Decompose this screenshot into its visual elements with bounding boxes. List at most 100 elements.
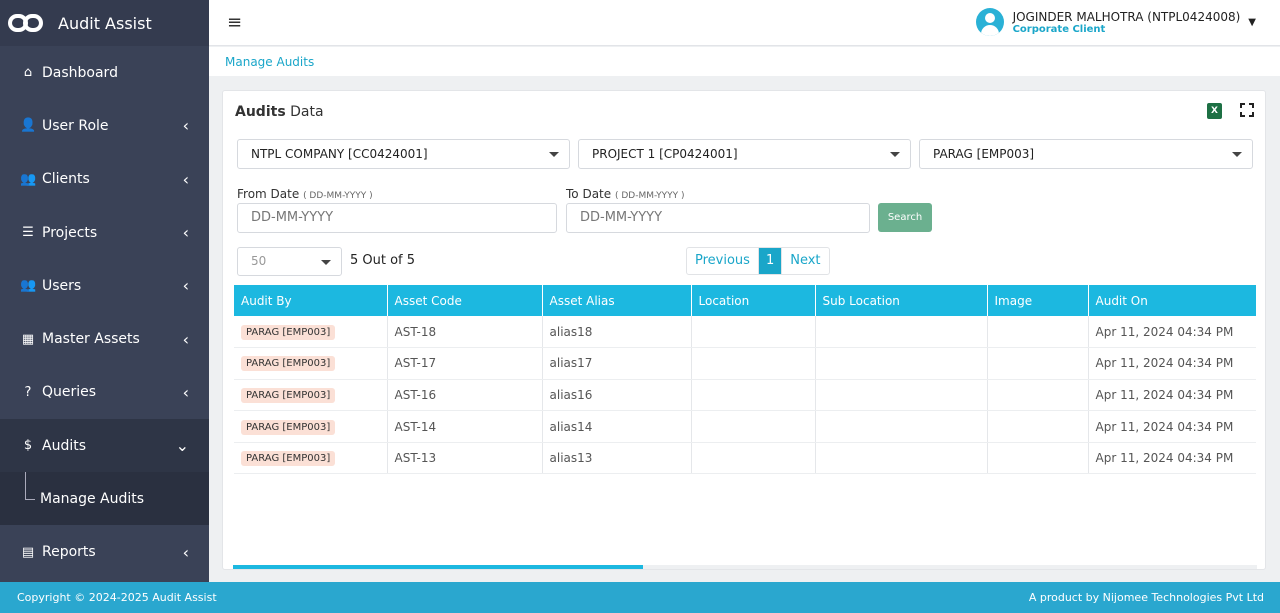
footer: Copyright © 2024-2025 Audit Assist A pro… [0, 582, 1280, 613]
next-page-button[interactable]: Next [781, 248, 828, 274]
asset-alias-cell: alias16 [542, 379, 692, 412]
scrollbar-thumb[interactable] [233, 565, 643, 569]
table-row[interactable]: PARAG [EMP003] AST-18 alias18 Apr 11, 20… [234, 316, 1256, 349]
previous-page-button[interactable]: Previous [687, 248, 759, 274]
asset-code-cell: AST-13 [387, 442, 543, 475]
logo-icon [8, 12, 44, 34]
column-header[interactable]: Audit On [1088, 285, 1256, 316]
location-cell [691, 347, 816, 380]
home-icon: ⌂ [23, 65, 33, 81]
sidebar-item-label: Projects [42, 224, 98, 241]
chevron-left-icon: ‹ [182, 223, 189, 243]
to-date-label: To Date ( DD-MM-YYYY ) [566, 187, 685, 201]
chevron-down-icon: ⌄ [175, 436, 189, 456]
audits-card: Audits Data X NTPL COMPANY [CC0424001] P… [222, 90, 1266, 570]
sidebar-subitem-manage-audits[interactable]: Manage Audits [0, 472, 209, 526]
to-date-label-text: To Date [566, 187, 612, 201]
current-page-button[interactable]: 1 [758, 248, 782, 274]
sidebar-subitem-label: Manage Audits [40, 490, 145, 507]
excel-export-icon[interactable]: X [1207, 103, 1222, 119]
location-cell [691, 410, 816, 443]
caret-down-icon [549, 152, 559, 157]
sidebar-item-reports[interactable]: ▤ Reports ‹ [0, 525, 209, 578]
page-size-select[interactable]: 50 [237, 247, 342, 276]
sub-location-cell [815, 379, 988, 412]
to-date-hint: ( DD-MM-YYYY ) [614, 191, 685, 201]
brand[interactable]: Audit Assist [0, 0, 209, 46]
audit-by-cell: PARAG [EMP003] [234, 379, 388, 412]
sidebar-item-label: Master Assets [42, 331, 140, 348]
project-select-value: PROJECT 1 [CP0424001] [592, 147, 738, 161]
app-title: Audit Assist [58, 13, 152, 33]
caret-down-icon [1232, 152, 1242, 157]
table-row[interactable]: PARAG [EMP003] AST-13 alias13 Apr 11, 20… [234, 442, 1256, 475]
sidebar-item-user-role[interactable]: 👤 User Role ‹ [0, 99, 209, 152]
breadcrumb-manage-audits[interactable]: Manage Audits [225, 55, 314, 69]
sidebar-item-clients[interactable]: 👥 Clients ‹ [0, 153, 209, 206]
to-date-input[interactable]: DD-MM-YYYY [566, 203, 870, 233]
asset-code-cell: AST-18 [387, 316, 543, 349]
auditor-badge: PARAG [EMP003] [241, 419, 336, 435]
table-row[interactable]: PARAG [EMP003] AST-14 alias14 Apr 11, 20… [234, 410, 1256, 443]
menu-toggle-icon[interactable]: ≡ [227, 12, 242, 33]
sub-location-cell [815, 347, 988, 380]
sidebar-item-users[interactable]: 👥 Users ‹ [0, 259, 209, 312]
image-cell [987, 316, 1089, 349]
sidebar-item-master-assets[interactable]: ▦ Master Assets ‹ [0, 312, 209, 365]
employee-select[interactable]: PARAG [EMP003] [919, 139, 1253, 169]
sidebar-item-queries[interactable]: ? Queries ‹ [0, 366, 209, 419]
avatar [975, 8, 1004, 36]
from-date-input[interactable]: DD-MM-YYYY [237, 203, 557, 233]
card-title: Audits Data [235, 104, 324, 120]
list-icon: ☰ [22, 225, 34, 241]
asset-alias-cell: alias13 [542, 442, 692, 475]
users-icon: 👥 [20, 171, 37, 187]
card-title-rest: Data [290, 104, 324, 120]
image-cell [987, 379, 1089, 412]
audit-on-cell: Apr 11, 2024 04:34 PM [1088, 316, 1256, 349]
column-header[interactable]: Asset Code [387, 285, 543, 316]
sidebar-item-label: Queries [42, 384, 97, 401]
chevron-left-icon: ‹ [182, 276, 189, 296]
image-cell [987, 347, 1089, 380]
table-row[interactable]: PARAG [EMP003] AST-16 alias16 Apr 11, 20… [234, 379, 1256, 412]
auditor-badge: PARAG [EMP003] [241, 324, 336, 340]
asset-code-cell: AST-16 [387, 379, 543, 412]
column-header[interactable]: Asset Alias [542, 285, 692, 316]
column-header[interactable]: Location [691, 285, 816, 316]
sidebar-item-dashboard[interactable]: ⌂ Dashboard [0, 46, 209, 99]
audit-on-cell: Apr 11, 2024 04:34 PM [1088, 347, 1256, 380]
sidebar-nav: ⌂ Dashboard 👤 User Role ‹ 👥 Clients ‹ ☰ … [0, 46, 209, 579]
to-date-placeholder: DD-MM-YYYY [580, 210, 663, 225]
search-button[interactable]: Search [878, 203, 932, 232]
audit-by-cell: PARAG [EMP003] [234, 316, 388, 349]
sidebar-item-projects[interactable]: ☰ Projects ‹ [0, 206, 209, 259]
location-cell [691, 316, 816, 349]
column-header[interactable]: Image [987, 285, 1089, 316]
column-header[interactable]: Audit By [234, 285, 388, 316]
table-row[interactable]: PARAG [EMP003] AST-17 alias17 Apr 11, 20… [234, 347, 1256, 380]
company-select[interactable]: NTPL COMPANY [CC0424001] [237, 139, 570, 169]
audits-table: Audit By Asset Code Asset Alias Location… [234, 285, 1256, 475]
fullscreen-icon[interactable] [1240, 103, 1254, 117]
audit-by-cell: PARAG [EMP003] [234, 347, 388, 380]
chevron-left-icon: ‹ [182, 169, 189, 189]
caret-down-icon[interactable]: ▼ [1248, 17, 1256, 28]
user-menu[interactable]: JOGINDER MALHOTRA (NTPL0424008) Corporat… [975, 8, 1256, 36]
location-cell [691, 379, 816, 412]
auditor-badge: PARAG [EMP003] [241, 387, 336, 403]
dollar-icon: $ [23, 438, 33, 454]
project-select[interactable]: PROJECT 1 [CP0424001] [578, 139, 911, 169]
building-icon: ▦ [21, 331, 35, 347]
column-header[interactable]: Sub Location [815, 285, 988, 316]
table-header-row: Audit By Asset Code Asset Alias Location… [234, 285, 1256, 316]
company-select-value: NTPL COMPANY [CC0424001] [251, 147, 428, 161]
sidebar-item-audits[interactable]: $ Audits ⌄ [0, 419, 209, 473]
horizontal-scrollbar[interactable] [233, 565, 1257, 569]
asset-code-cell: AST-14 [387, 410, 543, 443]
user-role: Corporate Client [1012, 23, 1106, 35]
user-role-icon: 👤 [20, 118, 37, 134]
copyright-text: Copyright © 2024-2025 Audit Assist [17, 591, 217, 604]
chevron-left-icon: ‹ [182, 329, 189, 349]
caret-down-icon [890, 152, 900, 157]
